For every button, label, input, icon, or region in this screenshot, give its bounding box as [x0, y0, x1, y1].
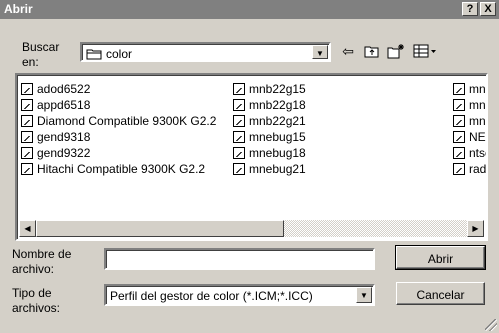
- chevron-down-icon[interactable]: ▼: [312, 45, 328, 59]
- file-item[interactable]: mnebug21: [233, 161, 306, 177]
- icc-profile-file-icon: [453, 115, 465, 127]
- open-button[interactable]: Abrir: [395, 245, 486, 270]
- icc-profile-file-icon: [453, 163, 465, 175]
- file-item[interactable]: Diamond Compatible 9300K G2.2: [21, 113, 216, 129]
- file-item[interactable]: gend9322: [21, 145, 90, 161]
- file-item[interactable]: mnp: [453, 113, 486, 129]
- open-dialog: Abrir ? X Buscar en: color ▼ ⇦ rad nts N…: [0, 0, 499, 333]
- file-name: gend9318: [37, 130, 91, 144]
- file-name: mnp: [469, 82, 486, 96]
- file-name: appd6518: [37, 98, 91, 112]
- lookin-label-line2: en:: [22, 55, 39, 69]
- icc-profile-file-icon: [21, 131, 33, 143]
- filetype-label-line1: Tipo de: [12, 286, 52, 300]
- icc-profile-file-icon: [453, 147, 465, 159]
- lookin-dropdown[interactable]: color ▼: [80, 42, 331, 62]
- filename-label: Nombre de archivo:: [12, 248, 71, 276]
- file-list[interactable]: rad ntsc NEC mnp mnp mnp mnebug21 mnebug18 mnebu…: [15, 73, 488, 241]
- lookin-folder-name: color: [106, 47, 133, 61]
- filetype-value: Perfil del gestor de color (*.ICM;*.ICC): [110, 289, 313, 303]
- view-menu-icon[interactable]: [412, 42, 438, 60]
- file-name: rad: [469, 162, 487, 176]
- file-item[interactable]: gend9318: [21, 129, 90, 145]
- lookin-value: color: [86, 47, 132, 61]
- file-item[interactable]: adod6522: [21, 81, 90, 97]
- resize-grip-icon[interactable]: [485, 319, 497, 331]
- file-name: adod6522: [37, 82, 91, 96]
- scroll-left-icon[interactable]: ◀: [19, 220, 36, 237]
- icc-profile-file-icon: [453, 99, 465, 111]
- icc-profile-file-icon: [233, 163, 245, 175]
- file-name: ntsc: [469, 146, 486, 160]
- cancel-button-label: Cancelar: [416, 288, 465, 302]
- filename-input[interactable]: [104, 248, 375, 270]
- file-item[interactable]: mnebug15: [233, 129, 306, 145]
- file-item[interactable]: appd6518: [21, 97, 90, 113]
- icc-profile-file-icon: [233, 83, 245, 95]
- file-name: mnebug15: [249, 130, 306, 144]
- file-name: mnb22g21: [249, 114, 306, 128]
- file-name: Diamond Compatible 9300K G2.2: [37, 114, 217, 128]
- file-item[interactable]: rad: [453, 161, 486, 177]
- file-name: NEC: [469, 130, 486, 144]
- icc-profile-file-icon: [233, 147, 245, 159]
- file-name: mnebug18: [249, 146, 306, 160]
- lookin-label-line1: Buscar: [22, 40, 60, 54]
- file-item[interactable]: mnb22g21: [233, 113, 306, 129]
- icc-profile-file-icon: [453, 83, 465, 95]
- file-name: gend9322: [37, 146, 91, 160]
- filetype-dropdown[interactable]: Perfil del gestor de color (*.ICM;*.ICC)…: [104, 284, 375, 306]
- file-item[interactable]: mnb22g15: [233, 81, 306, 97]
- filename-label-line1: Nombre de: [12, 247, 72, 261]
- window-title: Abrir: [4, 2, 33, 16]
- icc-profile-file-icon: [453, 131, 465, 143]
- horizontal-scrollbar[interactable]: ◀ ▶: [19, 220, 484, 237]
- file-name: mnp: [469, 98, 486, 112]
- file-item[interactable]: mnb22g18: [233, 97, 306, 113]
- file-item[interactable]: mnp: [453, 81, 486, 97]
- file-name: mnebug21: [249, 162, 306, 176]
- icc-profile-file-icon: [21, 99, 33, 111]
- help-button[interactable]: ?: [462, 2, 478, 16]
- file-name: mnb22g18: [249, 98, 306, 112]
- new-folder-icon[interactable]: [386, 42, 406, 60]
- icc-profile-file-icon: [233, 115, 245, 127]
- file-name: mnb22g15: [249, 82, 306, 96]
- icc-profile-file-icon: [21, 115, 33, 127]
- file-item[interactable]: mnp: [453, 97, 486, 113]
- open-button-label: Abrir: [427, 252, 454, 266]
- file-name: Hitachi Compatible 9300K G2.2: [37, 162, 206, 176]
- icc-profile-file-icon: [21, 147, 33, 159]
- file-item[interactable]: mnebug18: [233, 145, 306, 161]
- file-item[interactable]: NEC: [453, 129, 486, 145]
- scroll-right-icon[interactable]: ▶: [467, 220, 484, 237]
- lookin-label: Buscar en:: [22, 41, 59, 69]
- filetype-label: Tipo de archivos:: [12, 287, 60, 315]
- cancel-button[interactable]: Cancelar: [396, 282, 485, 305]
- file-name: mnp: [469, 114, 486, 128]
- scrollbar-thumb[interactable]: [36, 220, 284, 237]
- filename-label-line2: archivo:: [12, 262, 55, 276]
- file-item[interactable]: ntsc: [453, 145, 486, 161]
- close-button[interactable]: X: [480, 2, 496, 16]
- filetype-label-line2: archivos:: [12, 301, 61, 315]
- icc-profile-file-icon: [21, 163, 33, 175]
- title-bar[interactable]: Abrir ? X: [0, 0, 499, 19]
- icc-profile-file-icon: [21, 83, 33, 95]
- up-folder-icon[interactable]: [362, 42, 382, 60]
- back-icon[interactable]: ⇦: [338, 42, 358, 60]
- folder-icon: [86, 49, 102, 60]
- chevron-down-icon[interactable]: ▼: [356, 287, 372, 303]
- icc-profile-file-icon: [233, 99, 245, 111]
- icc-profile-file-icon: [233, 131, 245, 143]
- file-item[interactable]: Hitachi Compatible 9300K G2.2: [21, 161, 205, 177]
